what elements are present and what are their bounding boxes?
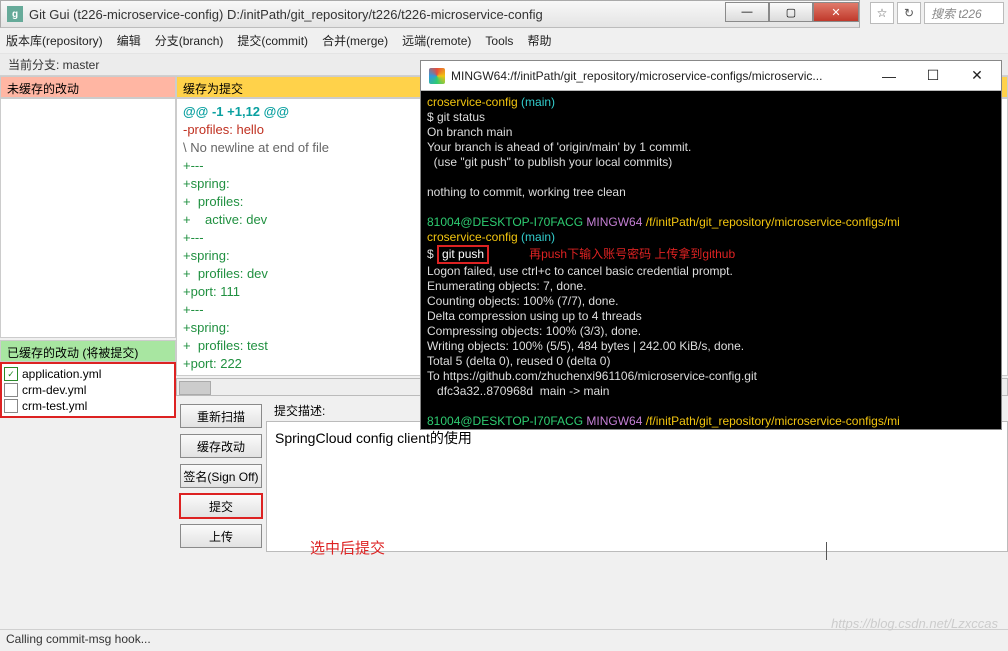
minimize-button[interactable]: — [725,2,769,22]
commit-button[interactable]: 提交 [180,494,262,518]
window-title: Git Gui (t226-microservice-config) D:/in… [29,7,725,22]
list-item[interactable]: ✓ application.yml [4,366,172,382]
menu-branch[interactable]: 分支(branch) [155,32,224,49]
app-icon: g [7,6,23,22]
file-name: application.yml [22,367,101,381]
text-cursor [826,542,827,560]
stage-button[interactable]: 缓存改动 [180,434,262,458]
terminal-body[interactable]: croservice-config (main) $ git status On… [421,91,1001,429]
maximize-button[interactable]: ▢ [769,2,813,22]
close-button[interactable]: ✕ [813,2,859,22]
term-maximize-button[interactable]: ☐ [911,62,955,90]
menu-tools[interactable]: Tools [485,34,513,48]
annotation-select-commit: 选中后提交 [310,537,385,558]
signoff-button[interactable]: 签名(Sign Off) [180,464,262,488]
rescan-button[interactable]: 重新扫描 [180,404,262,428]
commit-desc-label: 提交描述: [274,402,325,419]
mingw-icon [429,68,445,84]
list-item[interactable]: crm-dev.yml [4,382,172,398]
menu-bar: 版本库(repository) 编辑 分支(branch) 提交(commit)… [0,28,1008,54]
terminal-title-bar[interactable]: MINGW64:/f/initPath/git_repository/micro… [421,61,1001,91]
terminal-title: MINGW64:/f/initPath/git_repository/micro… [451,69,867,83]
menu-merge[interactable]: 合并(merge) [322,32,388,49]
menu-commit[interactable]: 提交(commit) [237,32,308,49]
unstaged-list[interactable] [0,98,176,338]
term-close-button[interactable]: ✕ [955,62,999,90]
menu-remote[interactable]: 远端(remote) [402,32,471,49]
push-button[interactable]: 上传 [180,524,262,548]
unstaged-header: 未缓存的改动 [0,76,176,98]
check-icon: ✓ [4,367,18,381]
title-bar: g Git Gui (t226-microservice-config) D:/… [0,0,860,28]
menu-help[interactable]: 帮助 [527,32,551,49]
refresh-icon[interactable]: ↻ [897,2,921,24]
status-bar: Calling commit-msg hook... [0,629,1008,651]
file-name: crm-dev.yml [22,383,86,397]
term-minimize-button[interactable]: — [867,62,911,90]
menu-edit[interactable]: 编辑 [117,32,141,49]
terminal-window[interactable]: MINGW64:/f/initPath/git_repository/micro… [420,60,1002,430]
staged-header: 已缓存的改动 (将被提交) [0,340,176,362]
external-search[interactable]: 搜索 t226 [924,2,1004,24]
menu-repository[interactable]: 版本库(repository) [6,32,103,49]
file-icon [4,383,18,397]
commit-message-input[interactable]: SpringCloud config client的使用 [266,421,1008,552]
star-icon[interactable]: ☆ [870,2,894,24]
commit-message-text: SpringCloud config client的使用 [275,430,472,446]
